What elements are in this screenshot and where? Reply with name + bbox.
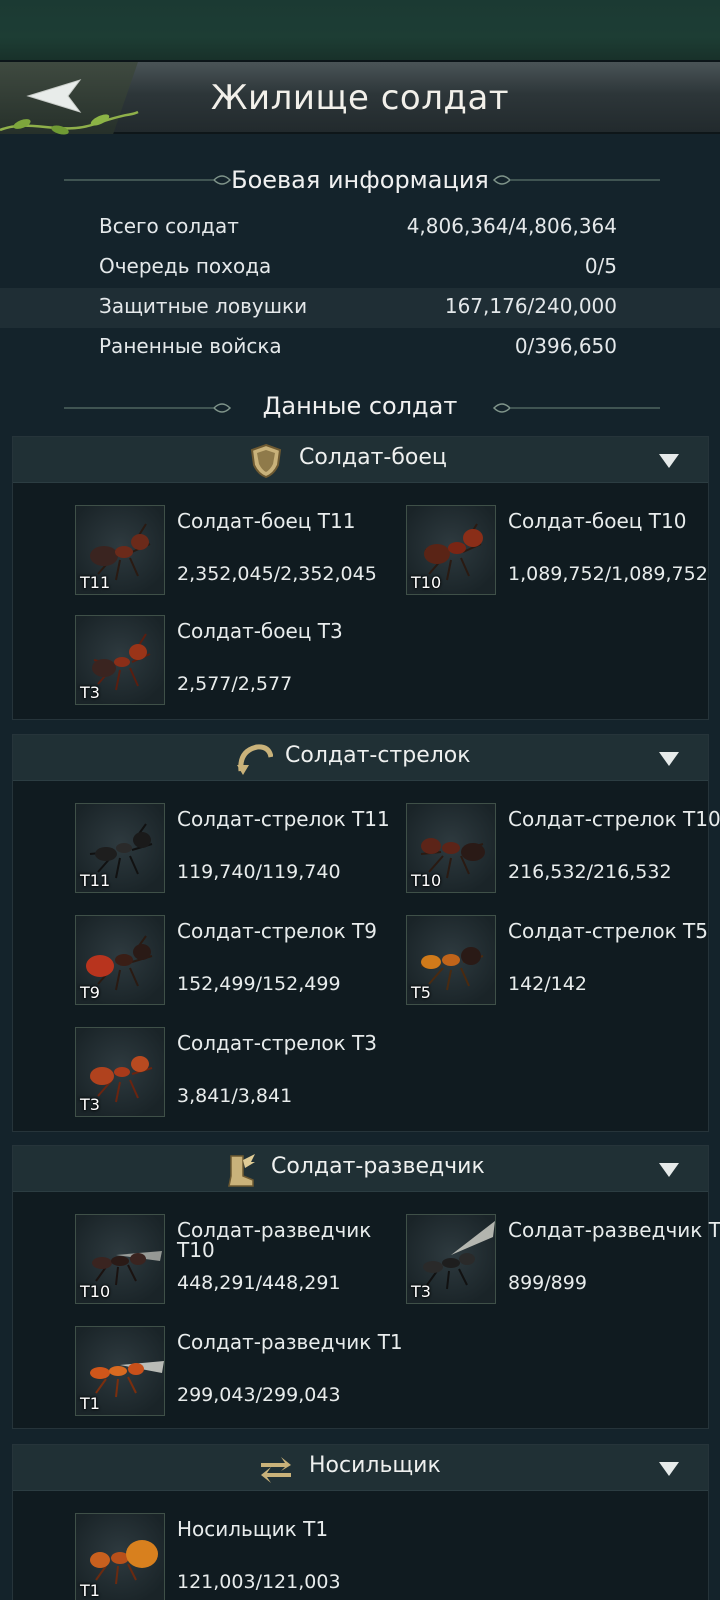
unit-thumbnail: T11 (75, 803, 165, 893)
unit-thumbnail: T1 (75, 1326, 165, 1416)
unit-count: 2,577/2,577 (177, 673, 293, 695)
unit-count: 448,291/448,291 (177, 1272, 341, 1294)
group-title: Солдат-стрелок (285, 743, 471, 768)
unit-thumbnail: T10 (75, 1214, 165, 1304)
group-title: Солдат-разведчик (271, 1154, 485, 1179)
unit-card[interactable]: T11 Солдат-стрелок T11 119,740/119,740 (75, 803, 405, 895)
unit-name: Солдат-стрелок T11 (177, 807, 390, 831)
stat-row-total: Всего солдат 4,806,364/4,806,364 (0, 208, 720, 248)
unit-card[interactable]: T10 Солдат-боец T10 1,089,752/1,089,752 (406, 505, 720, 597)
tier-label: T11 (80, 573, 111, 592)
stat-row-march-queue: Очередь похода 0/5 (0, 248, 720, 288)
tier-label: T5 (411, 983, 431, 1002)
unit-name: Солдат-боец T10 (508, 509, 687, 533)
chevron-down-icon (659, 1462, 679, 1476)
tier-label: T3 (80, 1095, 100, 1114)
unit-name: Солдат-боец T3 (177, 619, 343, 643)
group-title: Носильщик (309, 1453, 441, 1478)
unit-card[interactable]: T3 Солдат-стрелок T3 3,841/3,841 (75, 1027, 405, 1119)
unit-thumbnail: T3 (75, 1027, 165, 1117)
unit-name: Носильщик T1 (177, 1517, 329, 1541)
unit-name: Солдат-стрелок T10 (508, 807, 720, 831)
unit-count: 119,740/119,740 (177, 861, 341, 883)
chevron-down-icon (659, 752, 679, 766)
stat-label: Раненные войска (99, 334, 282, 358)
unit-name: Солдат-стрелок T3 (177, 1031, 377, 1055)
group-header-shooter[interactable]: Солдат-стрелок (13, 735, 708, 781)
group-header-scout[interactable]: Солдат-разведчик (13, 1146, 708, 1192)
unit-count: 142/142 (508, 973, 587, 995)
tier-label: T9 (80, 983, 100, 1002)
swap-arrows-icon (261, 1457, 291, 1483)
top-background (0, 0, 720, 62)
unit-count: 1,089,752/1,089,752 (508, 563, 708, 585)
unit-count: 121,003/121,003 (177, 1571, 341, 1593)
group-shooter: Солдат-стрелок T11 Солдат-стрелок T11 11… (12, 734, 720, 1132)
unit-name: Солдат-стрелок T5 (508, 919, 708, 943)
unit-thumbnail: T11 (75, 505, 165, 595)
unit-name: Солдат-разведчик T3 (508, 1218, 720, 1242)
unit-card[interactable]: T10 Солдат-стрелок T10 216,532/216,532 (406, 803, 720, 895)
stat-value: 0/396,650 (514, 334, 617, 358)
unit-count: 3,841/3,841 (177, 1085, 293, 1107)
unit-thumbnail: T5 (406, 915, 496, 1005)
unit-card[interactable]: T5 Солдат-стрелок T5 142/142 (406, 915, 720, 1007)
tier-label: T10 (80, 1282, 111, 1301)
chevron-down-icon (659, 454, 679, 468)
stat-label: Защитные ловушки (99, 294, 308, 318)
stat-value: 4,806,364/4,806,364 (406, 214, 617, 238)
unit-name: Солдат-боец T11 (177, 509, 356, 533)
right-ornament (492, 175, 660, 185)
chevron-down-icon (659, 1163, 679, 1177)
unit-thumbnail: T1 (75, 1513, 165, 1600)
unit-card[interactable]: T3 Солдат-разведчик T3 899/899 (406, 1214, 720, 1306)
unit-count: 2,352,045/2,352,045 (177, 563, 377, 585)
unit-card[interactable]: T3 Солдат-боец T3 2,577/2,577 (75, 615, 405, 707)
stat-label: Всего солдат (99, 214, 239, 238)
stat-row-wounded: Раненные войска 0/396,650 (0, 328, 720, 368)
unit-card[interactable]: T1 Носильщик T1 121,003/121,003 (75, 1513, 405, 1600)
unit-count: 899/899 (508, 1272, 587, 1294)
group-header-fighter[interactable]: Солдат-боец (13, 437, 708, 483)
unit-card[interactable]: T9 Солдат-стрелок T9 152,499/152,499 (75, 915, 405, 1007)
tier-label: T1 (80, 1394, 100, 1413)
group-carrier: Носильщик T1 Носильщик T1 121,003/121,00… (12, 1444, 709, 1600)
unit-name: Солдат-разведчик T1 (177, 1330, 403, 1354)
unit-thumbnail: T3 (75, 615, 165, 705)
right-ornament (492, 403, 660, 413)
group-title: Солдат-боец (299, 445, 447, 470)
arrow-curl-icon (237, 744, 273, 775)
page-title: Жилище солдат (210, 78, 510, 118)
unit-name: Солдат-стрелок T9 (177, 919, 377, 943)
shield-icon (250, 443, 282, 479)
stat-label: Очередь похода (99, 254, 272, 278)
unit-thumbnail: T10 (406, 505, 496, 595)
unit-card[interactable]: T11 Солдат-боец T11 2,352,045/2,352,045 (75, 505, 405, 597)
unit-count: 152,499/152,499 (177, 973, 341, 995)
unit-name: Солдат-разведчик T10 (177, 1218, 372, 1262)
tier-label: T3 (411, 1282, 431, 1301)
group-scout: Солдат-разведчик T10 Солдат-разведчик T1… (12, 1145, 720, 1429)
unit-thumbnail: T10 (406, 803, 496, 893)
tier-label: T10 (411, 573, 442, 592)
stat-value: 0/5 (584, 254, 617, 278)
stat-value: 167,176/240,000 (444, 294, 617, 318)
tier-label: T11 (80, 871, 111, 890)
tier-label: T1 (80, 1581, 100, 1600)
tier-label: T3 (80, 683, 100, 702)
tier-label: T10 (411, 871, 442, 890)
group-header-carrier[interactable]: Носильщик (13, 1445, 708, 1491)
stat-row-traps: Защитные ловушки 167,176/240,000 (0, 288, 720, 328)
unit-count: 299,043/299,043 (177, 1384, 341, 1406)
unit-card[interactable]: T10 Солдат-разведчик T10 448,291/448,291 (75, 1214, 405, 1306)
unit-thumbnail: T9 (75, 915, 165, 1005)
unit-thumbnail: T3 (406, 1214, 496, 1304)
winged-boot-icon (228, 1154, 255, 1187)
unit-card[interactable]: T1 Солдат-разведчик T1 299,043/299,043 (75, 1326, 405, 1418)
unit-count: 216,532/216,532 (508, 861, 672, 883)
group-fighter: Солдат-боец T11 Солдат-боец T11 2,352,04… (12, 436, 709, 720)
